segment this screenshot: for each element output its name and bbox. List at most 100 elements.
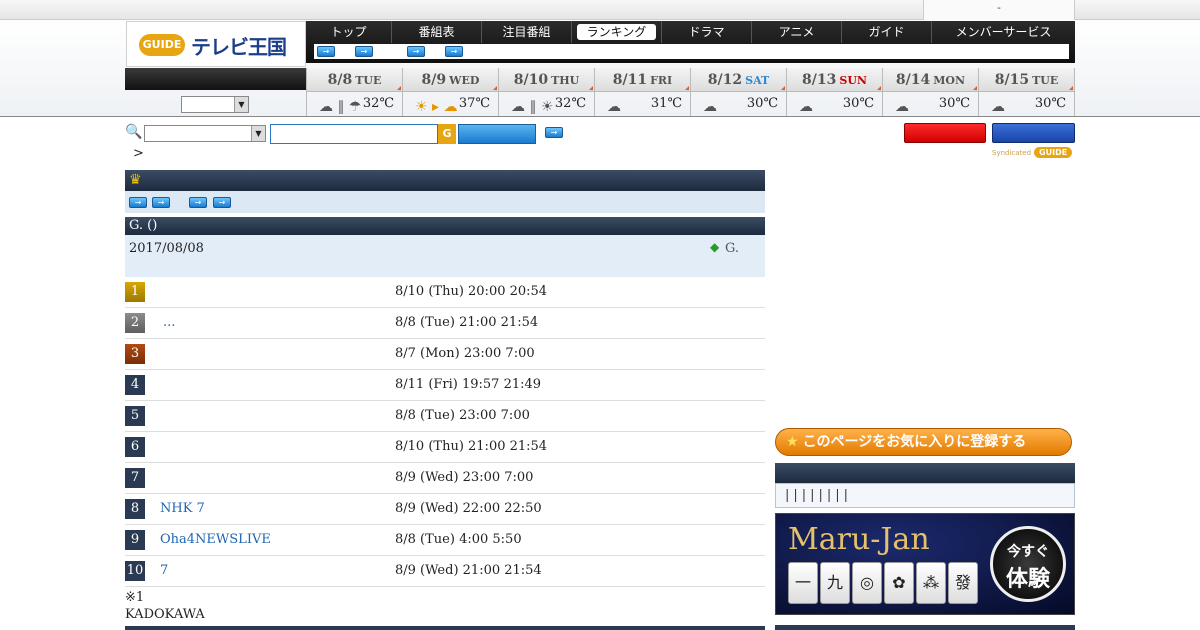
tab-featured[interactable]: 注目番組: [482, 21, 572, 43]
rank-badge: 6: [125, 437, 145, 457]
site-logo[interactable]: GUIDE テレビ王国: [126, 21, 306, 67]
corner-marker-icon: [589, 86, 593, 90]
blue-button[interactable]: [992, 123, 1075, 143]
rank-badge: 10: [125, 561, 145, 581]
air-time: 8/10 (Thu) 20:00 20:54: [395, 284, 548, 299]
section-title: G. (): [125, 217, 765, 235]
search-bar: 🔍 ▼ G →: [125, 123, 1075, 145]
corner-marker-icon: [493, 86, 497, 90]
ranking-row[interactable]: 5 8/8 (Tue) 23:00 7:00: [125, 401, 765, 432]
banner-title: Maru-Jan: [788, 522, 930, 557]
weather-icon: ☁: [607, 99, 621, 115]
corner-marker-icon: [1069, 86, 1073, 90]
weather-day[interactable]: 8/11 FRI ☁ 31℃: [594, 68, 690, 116]
ranking-row[interactable]: 7 8/9 (Wed) 23:00 7:00: [125, 463, 765, 494]
program-title-link[interactable]: Oha4NEWSLIVE: [160, 532, 271, 547]
mahjong-tile-icon: ◎: [852, 562, 882, 604]
weather-day[interactable]: 8/12 SAT ☁ 30℃: [690, 68, 786, 116]
tab-ranking[interactable]: ランキング: [572, 21, 662, 43]
search-icon: 🔍: [125, 124, 143, 140]
weather-icon: ☁: [799, 99, 813, 115]
air-time: 8/8 (Tue) 23:00 7:00: [395, 408, 530, 423]
add-to-favorites-button[interactable]: ★ このページをお気に入りに登録する: [775, 428, 1072, 456]
weather-day[interactable]: 8/8 TUE ☁ ∥ ☂ 32℃: [306, 68, 402, 116]
red-button[interactable]: [904, 123, 986, 143]
mahjong-tile-icon: 發: [948, 562, 978, 604]
sidebar-header: [775, 463, 1075, 483]
tab-program-guide[interactable]: 番組表: [392, 21, 482, 43]
section-bottom-bar: [125, 626, 765, 630]
breadcrumb: >: [133, 146, 144, 161]
subnav-arrow-icon[interactable]: →: [355, 46, 373, 57]
weather-day[interactable]: 8/15 TUE ☁ 30℃: [978, 68, 1075, 116]
weather-icon: ☁: [895, 99, 909, 115]
tab-member-service[interactable]: メンバーサービス: [932, 21, 1075, 43]
arrow-button-icon[interactable]: →: [152, 197, 170, 208]
corner-marker-icon: [973, 86, 977, 90]
weather-day[interactable]: 8/13 SUN ☁ 30℃: [786, 68, 882, 116]
ranking-row[interactable]: 2 ... 8/8 (Tue) 21:00 21:54: [125, 308, 765, 339]
sidebar-header-2: [775, 625, 1075, 630]
ranking-info: 2017/08/08 ◆ G.: [125, 235, 765, 277]
arrow-button-icon[interactable]: →: [213, 197, 231, 208]
rank-badge: 1: [125, 282, 145, 302]
weather-icon: ☁ ∥ ☀: [511, 99, 554, 115]
ranking-list: 1 8/10 (Thu) 20:00 20:54 2 ... 8/8 (Tue)…: [125, 277, 765, 587]
air-time: 8/9 (Wed) 22:00 22:50: [395, 501, 542, 516]
tab-anime[interactable]: アニメ: [752, 21, 842, 43]
mahjong-tiles: 一九 ◎ ✿ ⁂ 發: [788, 562, 980, 604]
weather-day[interactable]: 8/14 MON ☁ 30℃: [882, 68, 978, 116]
weather-icon: ☁: [991, 99, 1005, 115]
subnav-arrow-icon[interactable]: →: [407, 46, 425, 57]
corner-marker-icon: [685, 86, 689, 90]
tab-guide[interactable]: ガイド: [842, 21, 932, 43]
favorites-label: このページをお気に入りに登録する: [802, 434, 1027, 450]
global-nav: トップ 番組表 注目番組 ランキング ドラマ アニメ ガイド メンバーサービス …: [306, 21, 1075, 63]
mahjong-tile-icon: 一: [788, 562, 818, 604]
weather-icon: ☁ ∥ ☂: [319, 99, 362, 115]
tab-top[interactable]: トップ: [306, 21, 392, 43]
rank-badge: 7: [125, 468, 145, 488]
corner-marker-icon: [877, 86, 881, 90]
weather-day[interactable]: 8/9 WED ☀ ▸ ☁ 37℃: [402, 68, 498, 116]
rank-badge: 9: [125, 530, 145, 550]
mahjong-tile-icon: ✿: [884, 562, 914, 604]
ranking-row[interactable]: 9 Oha4NEWSLIVE 8/8 (Tue) 4:00 5:50: [125, 525, 765, 556]
ranking-section: ♛ → → → → G. () 2017/08/08 ◆ G. 1 8/10 (…: [125, 170, 765, 587]
top-utility-bar: -: [0, 0, 1200, 20]
ranking-row[interactable]: 4 8/11 (Fri) 19:57 21:49: [125, 370, 765, 401]
rank-badge: 3: [125, 344, 145, 364]
footnote-mark: ※1: [125, 590, 145, 605]
program-title-link[interactable]: ...: [163, 315, 175, 330]
ranking-row[interactable]: 6 8/10 (Thu) 21:00 21:54: [125, 432, 765, 463]
tab-drama[interactable]: ドラマ: [662, 21, 752, 43]
utility-link[interactable]: -: [923, 0, 1075, 20]
program-title-link[interactable]: NHK 7: [160, 501, 205, 516]
search-input[interactable]: [270, 124, 438, 144]
arrow-button-icon[interactable]: →: [129, 197, 147, 208]
arrow-button-icon[interactable]: →: [189, 197, 207, 208]
ranking-row[interactable]: 3 8/7 (Mon) 23:00 7:00: [125, 339, 765, 370]
g-guide-icon: G: [438, 124, 456, 144]
sidebar-links[interactable]: ||||||||: [775, 483, 1075, 508]
mahjong-tile-icon: ⁂: [916, 562, 946, 604]
program-title-link[interactable]: 7: [160, 563, 168, 578]
search-arrow-icon[interactable]: →: [545, 127, 563, 138]
search-button[interactable]: [458, 124, 536, 144]
try-now-badge[interactable]: 今すぐ 体験: [990, 526, 1066, 602]
subnav-arrow-icon[interactable]: →: [317, 46, 335, 57]
air-time: 8/11 (Fri) 19:57 21:49: [395, 377, 542, 392]
credit-text: KADOKAWA: [125, 607, 205, 622]
search-category-select[interactable]: ▼: [144, 125, 266, 142]
ranking-row[interactable]: 1 8/10 (Thu) 20:00 20:54: [125, 277, 765, 308]
rank-badge: 5: [125, 406, 145, 426]
ranking-header-bar: ♛: [125, 170, 765, 191]
region-select[interactable]: ▼: [181, 96, 249, 113]
ranking-row[interactable]: 8 NHK 7 8/9 (Wed) 22:00 22:50: [125, 494, 765, 525]
syndicated-logo: Syndicated GUIDE: [992, 147, 1073, 158]
subnav-arrow-icon[interactable]: →: [445, 46, 463, 57]
ranking-row[interactable]: 10 7 8/9 (Wed) 21:00 21:54: [125, 556, 765, 587]
maru-jan-banner[interactable]: Maru-Jan 一九 ◎ ✿ ⁂ 發 今すぐ 体験: [775, 513, 1075, 615]
chevron-down-icon: ▼: [251, 126, 265, 141]
weather-day[interactable]: 8/10 THU ☁ ∥ ☀ 32℃: [498, 68, 594, 116]
